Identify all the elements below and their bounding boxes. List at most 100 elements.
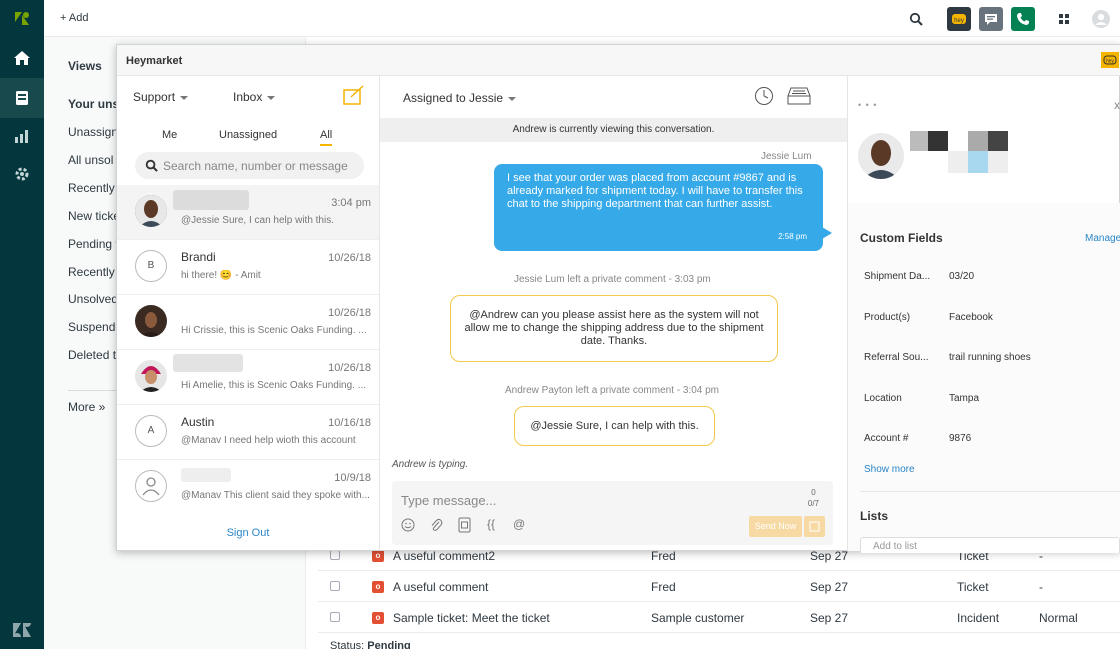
conversation-search[interactable]: Search name, number or message <box>135 152 364 179</box>
ticket-date: Sep 27 <box>810 549 849 563</box>
table-row[interactable]: o A useful comment Fred Sep 27 Ticket - <box>318 571 1120 602</box>
view-item[interactable]: Pending t <box>68 237 119 251</box>
conversation-preview: hi there! 😊 - Amit <box>181 270 261 281</box>
conversation-panel: Assigned to Jessie Andrew is currently v… <box>380 76 847 551</box>
conversation-item[interactable]: B Brandi 10/26/18 hi there! 😊 - Amit <box>117 240 379 295</box>
view-item[interactable]: Recently <box>68 181 115 195</box>
add-to-list-input[interactable]: Add to list <box>860 537 1120 553</box>
user-avatar-icon[interactable] <box>1089 7 1113 31</box>
close-panel-button[interactable]: x <box>1114 98 1120 112</box>
ticket-subject[interactable]: A useful comment2 <box>393 549 495 563</box>
filter-me-tab[interactable]: Me <box>162 129 177 141</box>
conversation-date: 10/16/18 <box>328 417 371 429</box>
more-options-icon[interactable]: • • • <box>858 100 877 110</box>
custom-fields-section <box>848 203 1120 551</box>
conversation-date: 10/26/18 <box>328 362 371 374</box>
assignee-dropdown[interactable]: Assigned to Jessie <box>403 91 517 105</box>
lists-title: Lists <box>860 509 889 523</box>
more-views-link[interactable]: More » <box>68 400 105 414</box>
apps-icon[interactable] <box>1052 7 1076 31</box>
conversation-item[interactable]: 10/26/18 Hi Amelie, this is Scenic Oaks … <box>117 350 379 405</box>
conversation-item[interactable]: A Austin 10/16/18 @Manav I need help wio… <box>117 405 379 460</box>
contact-initial-avatar: B <box>135 250 167 282</box>
ticket-subject[interactable]: A useful comment <box>393 580 488 594</box>
field-value[interactable]: Tampa <box>949 393 979 404</box>
conversation-item[interactable]: 3:04 pm @Jessie Sure, I can help with th… <box>117 185 379 240</box>
manage-fields-link[interactable]: Manage <box>1085 233 1120 244</box>
view-item[interactable]: Suspende <box>68 320 122 334</box>
ticket-priority: Normal <box>1039 611 1078 625</box>
sign-out-link[interactable]: Sign Out <box>117 527 379 539</box>
conversation-item[interactable]: 10/26/18 Hi Crissie, this is Scenic Oaks… <box>117 295 379 350</box>
home-icon[interactable] <box>0 40 44 76</box>
message-input[interactable]: Type message... <box>401 493 496 508</box>
typing-indicator: Andrew is typing. <box>392 459 469 470</box>
inbox-dropdown[interactable]: Inbox <box>233 90 276 104</box>
ticket-priority: - <box>1039 580 1043 594</box>
divider <box>68 390 116 391</box>
attachment-icon[interactable] <box>429 518 443 532</box>
chat-icon[interactable] <box>979 7 1003 31</box>
row-checkbox[interactable] <box>330 612 340 622</box>
heymarket-title-bar: Heymarket hey <box>117 45 1120 76</box>
view-item[interactable]: Your uns <box>68 97 119 111</box>
views-icon[interactable] <box>0 78 44 118</box>
conversation-preview: Hi Crissie, this is Scenic Oaks Funding.… <box>181 325 367 336</box>
merge-field-button[interactable]: {{ <box>487 517 495 531</box>
status-badge: o <box>372 550 384 562</box>
heymarket-logo-icon[interactable]: hey <box>1101 52 1119 68</box>
message-composer[interactable]: Type message... 0 0/7 {{ @ Send Now <box>392 481 833 545</box>
inbox-tray-icon[interactable] <box>787 87 811 105</box>
heymarket-icon[interactable]: hey <box>947 7 971 31</box>
table-row[interactable]: o Sample ticket: Meet the ticket Sample … <box>318 602 1120 633</box>
reports-icon[interactable] <box>0 118 44 154</box>
row-checkbox[interactable] <box>330 550 340 560</box>
team-dropdown[interactable]: Support <box>133 90 189 104</box>
filter-unassigned-tab[interactable]: Unassigned <box>219 129 277 141</box>
row-checkbox[interactable] <box>330 581 340 591</box>
conversation-date: 10/9/18 <box>334 472 371 484</box>
field-value[interactable]: Facebook <box>949 312 993 323</box>
search-placeholder: Search name, number or message <box>163 159 348 173</box>
zendesk-logo-icon[interactable] <box>0 0 44 36</box>
show-more-link[interactable]: Show more <box>864 464 915 475</box>
field-value[interactable]: 9876 <box>949 433 971 444</box>
ticket-requester: Fred <box>651 549 676 563</box>
team-dropdown-label: Support <box>133 90 176 104</box>
contact-photo <box>858 133 904 179</box>
compose-icon[interactable] <box>342 84 366 106</box>
send-now-button[interactable]: Send Now <box>749 516 802 537</box>
contact-details-panel: • • • x Custom Fields Manage Shipment Da… <box>847 76 1120 553</box>
conversation-preview: @Manav I need help wioth this account <box>181 435 356 446</box>
view-item[interactable]: Unsolved <box>68 292 118 306</box>
view-item[interactable]: All unsol <box>68 153 113 167</box>
search-icon[interactable] <box>904 7 928 31</box>
phone-icon[interactable] <box>1011 7 1035 31</box>
settings-icon[interactable] <box>0 156 44 192</box>
view-item[interactable]: New ticke <box>68 209 120 223</box>
add-button[interactable]: + Add <box>60 12 88 24</box>
emoji-icon[interactable] <box>401 518 415 532</box>
field-value[interactable]: 03/20 <box>949 271 974 282</box>
filter-all-tab[interactable]: All <box>320 129 333 146</box>
private-comment: @Jessie Sure, I can help with this. <box>514 406 715 446</box>
mention-button[interactable]: @ <box>513 517 525 531</box>
redacted-contact-info <box>910 131 1010 173</box>
template-icon[interactable] <box>458 517 471 533</box>
conversation-date: 10/26/18 <box>328 307 371 319</box>
conversation-date: 10/26/18 <box>328 252 371 264</box>
top-bar: + Add hey <box>44 0 1120 37</box>
view-item[interactable]: Unassign <box>68 125 118 139</box>
views-heading: Views <box>68 59 102 73</box>
schedule-send-button[interactable] <box>804 516 825 537</box>
conversation-item[interactable]: 10/9/18 @Manav This client said they spo… <box>117 460 379 515</box>
view-item[interactable]: Recently <box>68 265 115 279</box>
status-label: Status: <box>330 640 368 649</box>
clock-icon[interactable] <box>754 86 774 106</box>
view-item[interactable]: Deleted t <box>68 348 116 362</box>
field-label: Account # <box>864 433 909 444</box>
field-value[interactable]: trail running shoes <box>949 352 1031 363</box>
field-label: Shipment Da... <box>864 271 931 282</box>
ticket-type: Incident <box>957 611 1000 625</box>
ticket-subject[interactable]: Sample ticket: Meet the ticket <box>393 611 550 625</box>
